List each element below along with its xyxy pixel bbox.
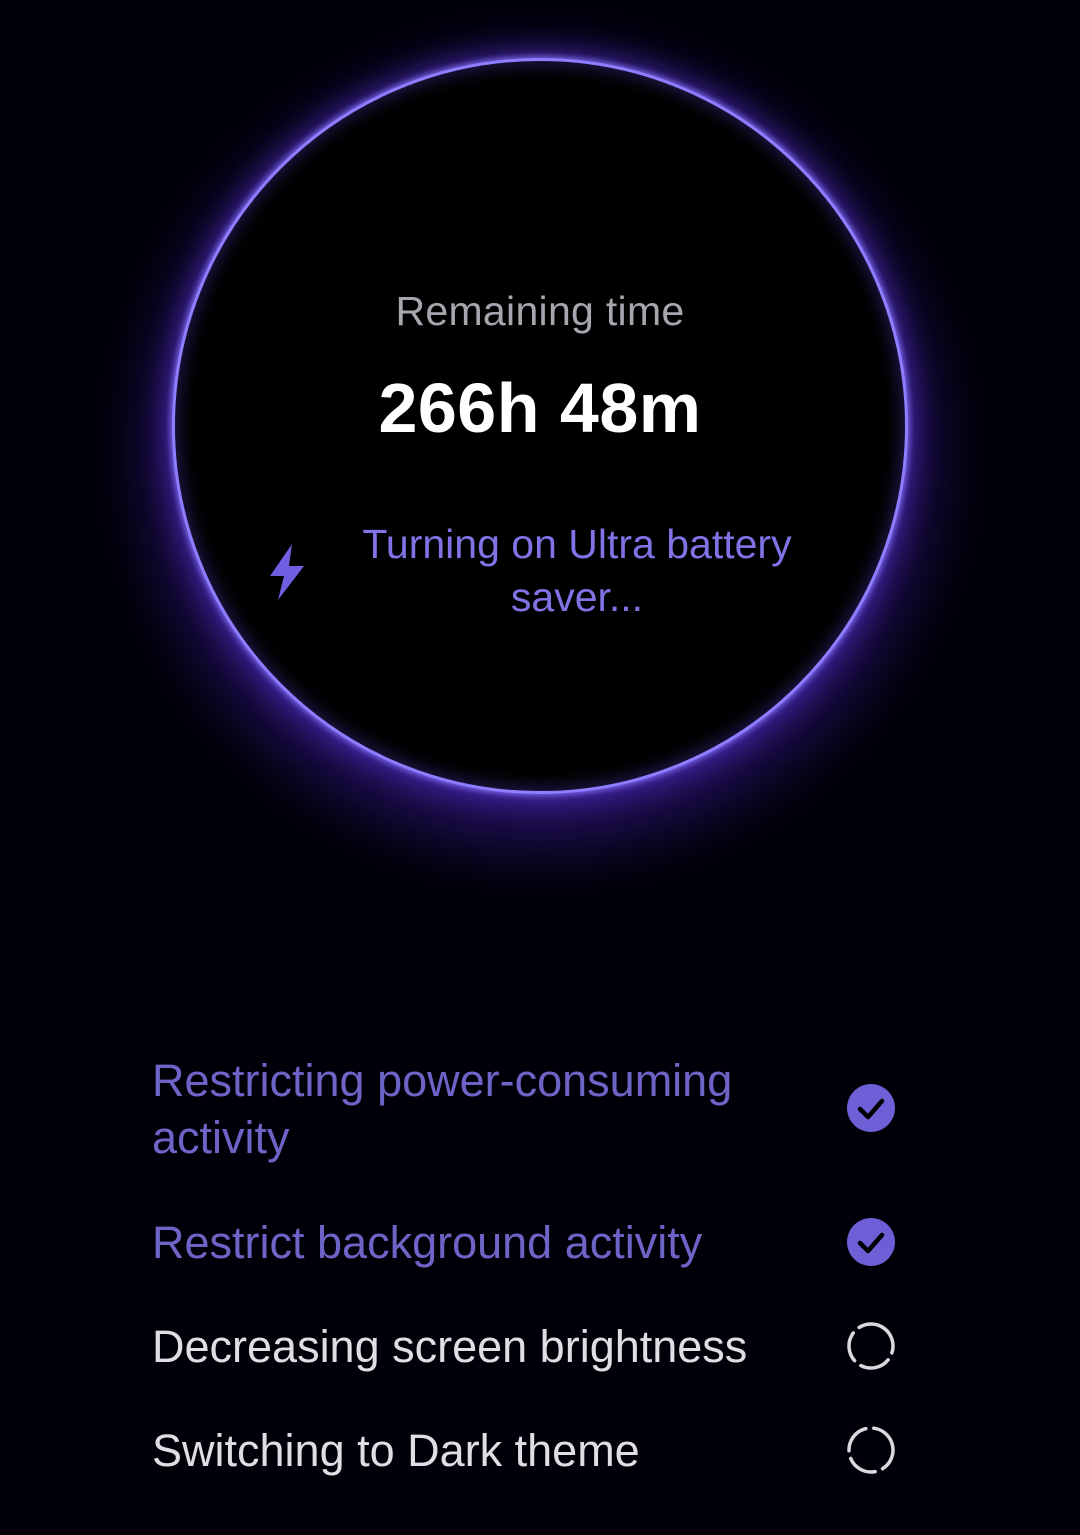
check-circle-icon (847, 1084, 895, 1132)
task-label: Switching to Dark theme (152, 1425, 640, 1476)
status-message: Turning on Ultra battery saver... (262, 518, 822, 628)
remaining-time-label: Remaining time (395, 288, 685, 334)
loading-spinner-icon (847, 1322, 895, 1370)
remaining-time-value: 266h 48m (378, 369, 702, 447)
task-label: Restrict background activity (152, 1217, 703, 1268)
remaining-time-ring: Remaining time 266h 48m Turning on Ultra… (172, 58, 908, 794)
status-text: Turning on Ultra battery saver... (362, 521, 792, 620)
task-label: Decreasing screen brightness (152, 1321, 748, 1372)
task-label: Restricting power-consuming activity (152, 1055, 733, 1163)
check-circle-icon (847, 1218, 895, 1266)
loading-spinner-icon (847, 1426, 895, 1474)
lightning-bolt-icon (270, 544, 304, 600)
